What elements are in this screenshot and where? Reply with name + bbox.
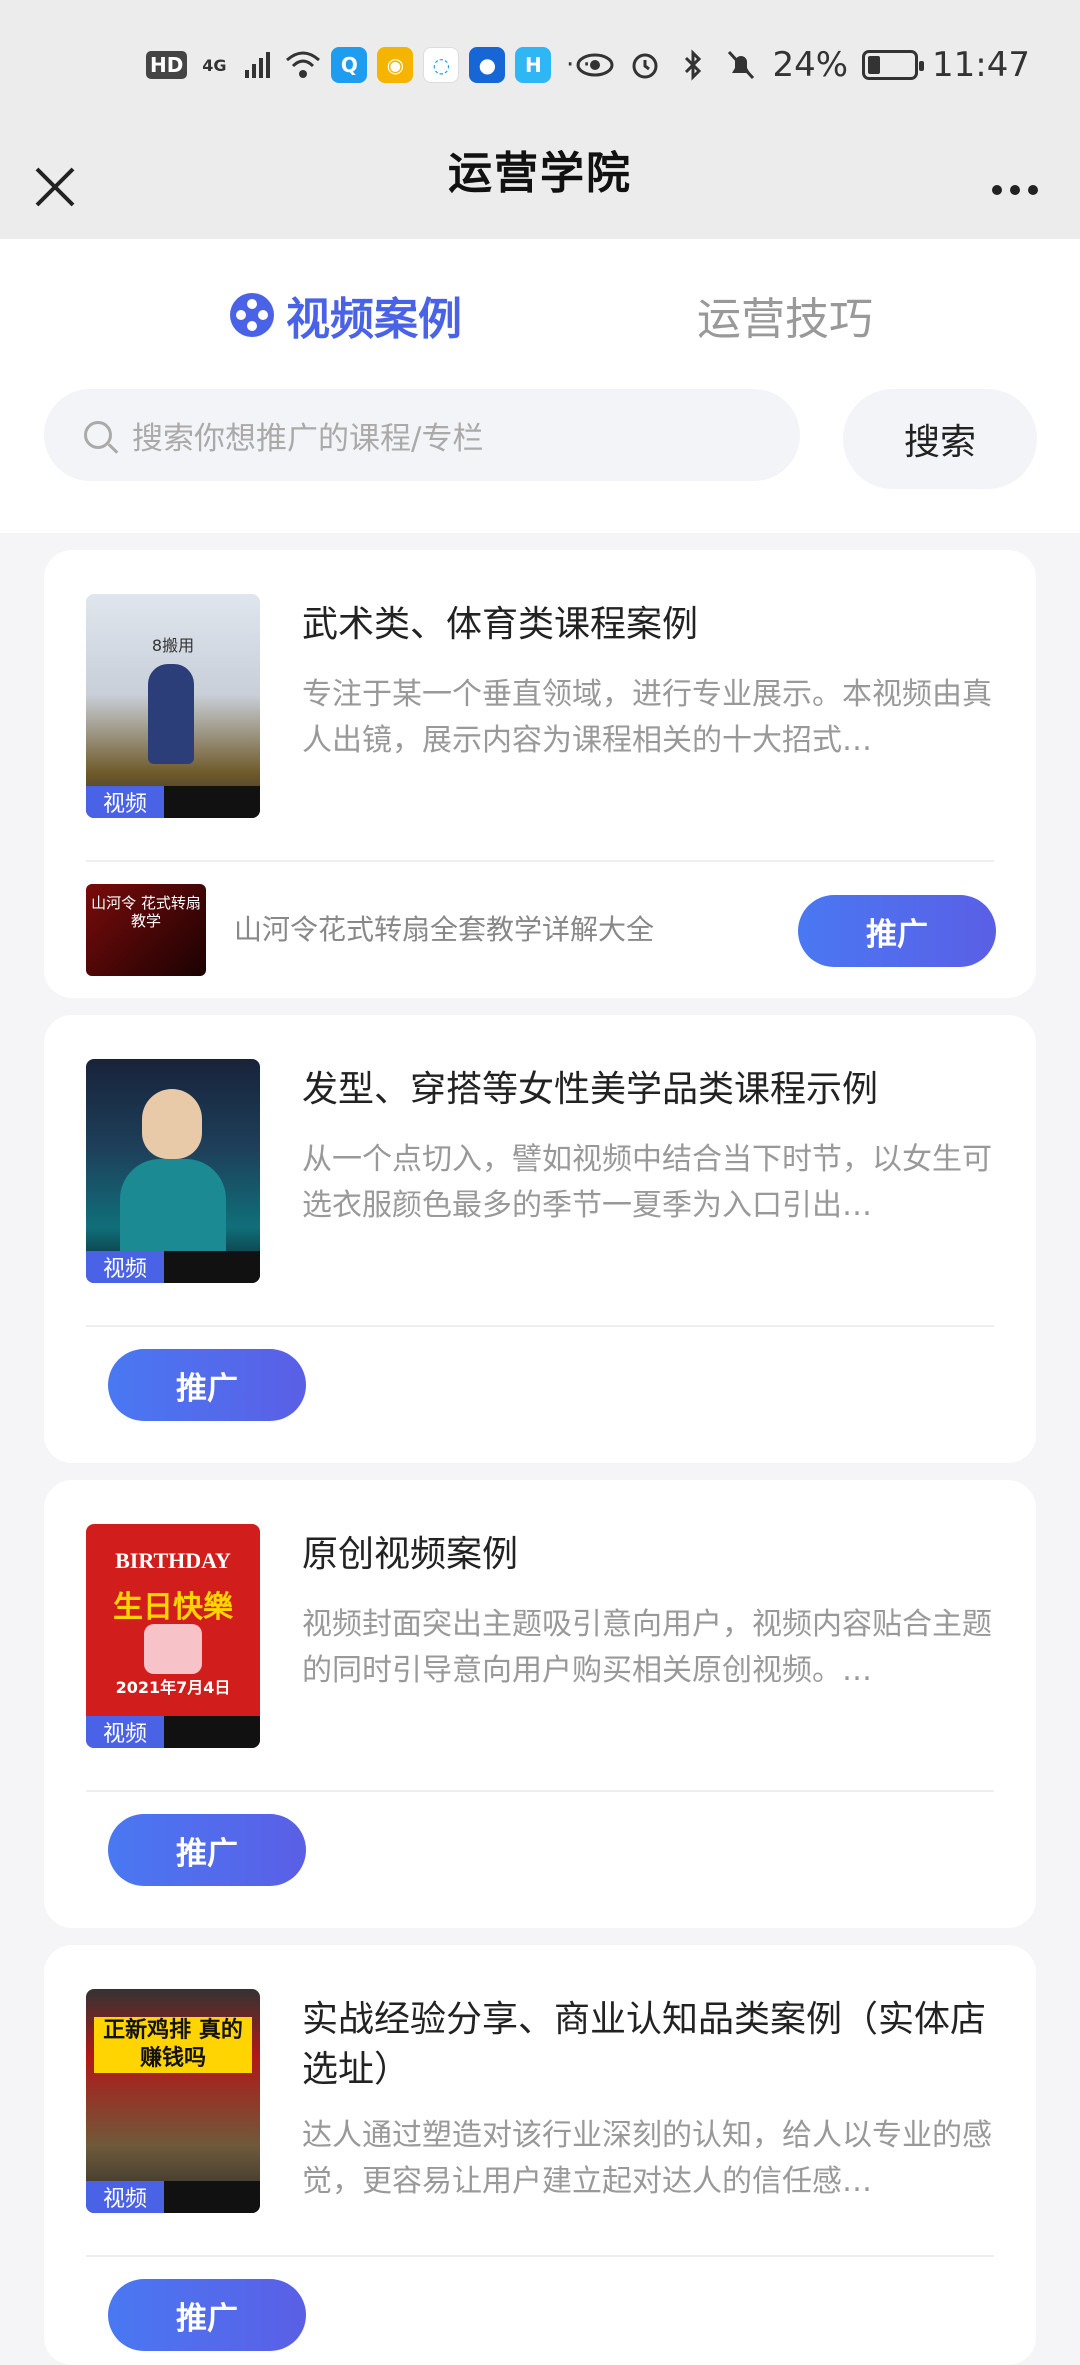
more-menu-button[interactable]	[980, 165, 1050, 215]
search-icon	[84, 421, 112, 449]
video-thumbnail[interactable]: 视频	[86, 1059, 260, 1283]
person-figure	[148, 664, 194, 764]
card-description: 从一个点切入，譬如视频中结合当下时节，以女生可选衣服颜色最多的季节一夏季为入口引…	[302, 1142, 992, 1223]
thumbnail-date: 2021年7月4日	[115, 1678, 231, 1697]
video-badge: 视频	[86, 1716, 164, 1748]
h-app-icon: H	[515, 47, 552, 83]
divider	[86, 860, 994, 862]
tab-label: 视频案例	[286, 294, 462, 345]
card-title: 武术类、体育类课程案例	[302, 604, 699, 645]
divider	[86, 1325, 994, 1327]
search-app-icon: Q	[331, 47, 368, 83]
thumbnail-bar	[164, 1716, 260, 1748]
mute-bell-icon	[724, 47, 758, 83]
thumbnail-bar	[164, 2181, 260, 2213]
status-bar: HD 4G Q ◉ ◌ ● H ··· 24% 11:47	[0, 0, 1080, 135]
hd-icon: HD	[146, 51, 188, 79]
video-thumbnail[interactable]: 正新鸡排 真的赚钱吗 视频	[86, 1989, 260, 2213]
clock-time: 11:47	[932, 45, 1030, 85]
nav-bar: 运营学院	[0, 135, 1080, 239]
case-card[interactable]: 视频 发型、穿搭等女性美学品类课程示例 从一个点切入，譬如视频中结合当下时节，以…	[44, 1015, 1036, 1463]
video-thumbnail[interactable]: BIRTHDAY 生日快樂 2021年7月4日 视频	[86, 1524, 260, 1748]
case-card[interactable]: BIRTHDAY 生日快樂 2021年7月4日 视频 原创视频案例 视频封面突出…	[44, 1480, 1036, 1928]
film-reel-icon	[230, 293, 274, 337]
network-type: 4G	[202, 55, 227, 75]
eye-icon	[576, 47, 614, 83]
tab-video-cases[interactable]: 视频案例	[230, 285, 462, 345]
thumbnail-bar	[164, 1251, 260, 1283]
more-dot-icon	[1010, 185, 1020, 195]
card-title: 实战经验分享、商业认知品类案例（实体店选址）	[302, 1999, 987, 2090]
more-dot-icon	[992, 185, 1002, 195]
tab-label: 运营技巧	[697, 294, 873, 345]
course-thumbnail[interactable]: 山河令 花式转扇教学	[86, 884, 206, 976]
bulb-app-icon: ●	[469, 47, 506, 83]
card-description: 视频封面突出主题吸引意向用户，视频内容贴合主题的同时引导意向用户购买相关原创视频…	[302, 1607, 992, 1688]
thumbnail-main-text: 生日快樂	[113, 1590, 233, 1625]
promote-button[interactable]: 推广	[108, 1814, 306, 1886]
search-placeholder: 搜索你想推广的课程/专栏	[132, 420, 484, 457]
header-panel: 视频案例 运营技巧 搜索你想推广的课程/专栏 搜索	[0, 239, 1080, 533]
video-badge: 视频	[86, 2181, 164, 2213]
card-title: 原创视频案例	[302, 1534, 519, 1575]
divider	[86, 2255, 994, 2257]
promote-button[interactable]: 推广	[108, 1349, 306, 1421]
case-card[interactable]: 8搬用 视频 武术类、体育类课程案例 专注于某一个垂直领域，进行专业展示。本视频…	[44, 550, 1036, 998]
search-button[interactable]: 搜索	[843, 389, 1037, 489]
card-title: 发型、穿搭等女性美学品类课程示例	[302, 1069, 879, 1110]
bluetooth-icon	[676, 47, 710, 83]
wifi-icon	[285, 47, 321, 83]
course-name[interactable]: 山河令花式转扇全套教学详解大全	[234, 910, 654, 950]
chat-app-icon: ◌	[423, 47, 460, 83]
battery-icon	[862, 50, 925, 80]
thumbnail-headline: 正新鸡排 真的赚钱吗	[94, 2017, 252, 2073]
thumbnail-caption: 8搬用	[151, 636, 195, 655]
case-card[interactable]: 正新鸡排 真的赚钱吗 视频 实战经验分享、商业认知品类案例（实体店选址） 达人通…	[44, 1945, 1036, 2365]
card-description: 达人通过塑造对该行业深刻的认知，给人以专业的感觉，更容易让用户建立起对达人的信任…	[302, 2118, 992, 2199]
alarm-icon	[628, 47, 662, 83]
card-description: 专注于某一个垂直领域，进行专业展示。本视频由真人出镜，展示内容为课程相关的十大招…	[302, 677, 992, 758]
divider	[86, 1790, 994, 1792]
status-left-icons: HD 4G Q ◉ ◌ ● H ···	[146, 45, 595, 85]
signal-icon	[241, 47, 275, 83]
tab-operation-tips[interactable]: 运营技巧	[697, 285, 873, 345]
thumbnail-bar	[164, 786, 260, 818]
weibo-icon: ◉	[377, 47, 414, 83]
search-input[interactable]: 搜索你想推广的课程/专栏	[44, 389, 800, 481]
battery-percent: 24%	[772, 45, 849, 85]
page-title: 运营学院	[448, 148, 632, 199]
promote-button[interactable]: 推广	[798, 895, 996, 967]
cake-image	[144, 1624, 202, 1674]
more-dot-icon	[1028, 185, 1038, 195]
person-body	[120, 1159, 226, 1251]
video-badge: 视频	[86, 1251, 164, 1283]
thumbnail-headline: BIRTHDAY	[115, 1548, 231, 1573]
video-badge: 视频	[86, 786, 164, 818]
status-right-icons: 24% 11:47	[576, 45, 1030, 85]
video-thumbnail[interactable]: 8搬用 视频	[86, 594, 260, 818]
promote-button[interactable]: 推广	[108, 2279, 306, 2351]
person-face	[142, 1089, 202, 1159]
